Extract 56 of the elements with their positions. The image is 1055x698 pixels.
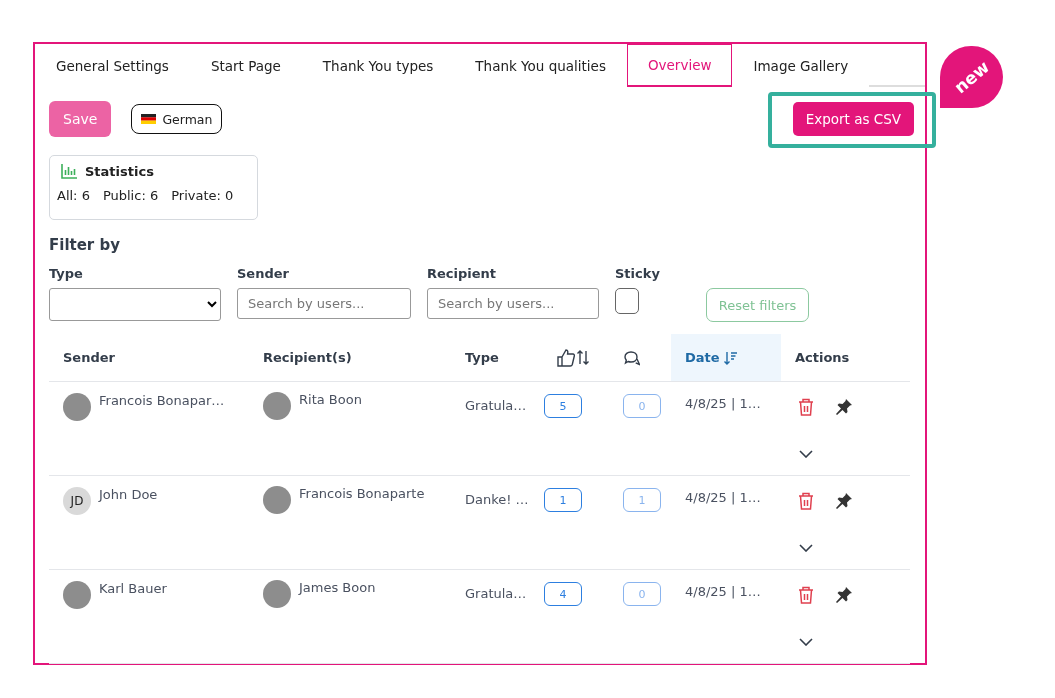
statistics-count: All: 6	[57, 188, 90, 203]
likes-count: 1	[544, 488, 582, 512]
column-header: Sender	[63, 350, 115, 365]
comments-count: 0	[623, 394, 661, 418]
recipient-search-field[interactable]: Search by users...	[427, 288, 599, 319]
likes-count: 5	[544, 394, 582, 418]
sender-name: Francois Bonapar…	[99, 393, 225, 408]
type-text: Gratula…	[465, 398, 527, 413]
sender-search-field[interactable]: Search by users...	[237, 288, 411, 319]
date-text: 4/8/25 | 1…	[685, 584, 761, 599]
type-text: Gratula…	[465, 586, 527, 601]
tab[interactable]: Overview	[626, 44, 733, 87]
statistics-title: Statistics	[85, 164, 154, 179]
field-label: Sticky	[615, 266, 660, 281]
column-header: Recipient(s)	[263, 350, 352, 365]
flag-icon	[141, 114, 157, 124]
field-label: Type	[49, 266, 84, 281]
recipient-name: Rita Boon	[299, 392, 362, 407]
pin-button[interactable]	[833, 490, 855, 512]
comments-count: 1	[623, 488, 661, 512]
column-header: Date	[685, 350, 720, 365]
language-button[interactable]: German	[131, 104, 223, 134]
avatar-photo-placeholder	[63, 393, 91, 421]
chevron-down-icon[interactable]	[799, 543, 813, 552]
avatar-photo-placeholder	[263, 486, 291, 514]
avatar-photo-placeholder	[263, 580, 291, 608]
date-text: 4/8/25 | 1…	[685, 396, 761, 411]
comments-count: 0	[623, 582, 661, 606]
export-button[interactable]: Export as CSV	[792, 102, 914, 136]
chevron-down-icon[interactable]	[799, 449, 813, 458]
sender-name: John Doe	[99, 487, 158, 502]
statistics-count: Private: 0	[171, 188, 234, 203]
likes-count: 4	[544, 582, 582, 606]
avatar-photo-placeholder	[63, 581, 91, 609]
pin-button[interactable]	[833, 584, 855, 606]
bar-chart-icon	[61, 164, 77, 179]
thumbs-up-sort-icon	[557, 348, 591, 367]
pin-button[interactable]	[833, 396, 855, 418]
field-label: Sender	[237, 266, 290, 281]
type-text: Danke! …	[465, 492, 529, 507]
recipient-name: James Boon	[299, 580, 376, 595]
comment-icon	[623, 349, 640, 366]
type-select[interactable]	[49, 288, 221, 321]
avatar-photo-placeholder	[263, 392, 291, 420]
sort-icon	[723, 350, 737, 365]
filter-heading: Filter by	[49, 236, 121, 254]
sticky-checkbox[interactable]	[615, 288, 639, 314]
initials-avatar: JD	[63, 487, 91, 515]
field-label: Recipient	[427, 266, 498, 281]
column-header: Type	[465, 350, 499, 365]
column-header: Actions	[795, 350, 850, 365]
recipient-name: Francois Bonaparte	[299, 486, 425, 501]
chevron-down-icon[interactable]	[799, 637, 813, 646]
date-text: 4/8/25 | 1…	[685, 490, 761, 505]
statistics-count: Public: 6	[102, 188, 159, 203]
sender-name: Karl Bauer	[99, 581, 167, 596]
